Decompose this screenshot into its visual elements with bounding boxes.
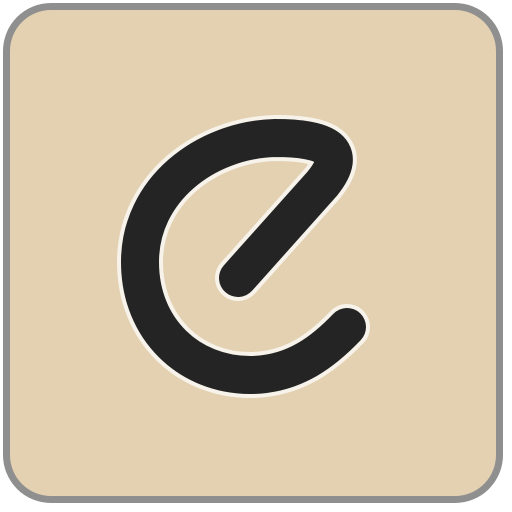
letter-e-logo-icon bbox=[117, 115, 370, 398]
app-icon[interactable] bbox=[0, 0, 512, 512]
letter-e-glyph bbox=[121, 119, 366, 394]
